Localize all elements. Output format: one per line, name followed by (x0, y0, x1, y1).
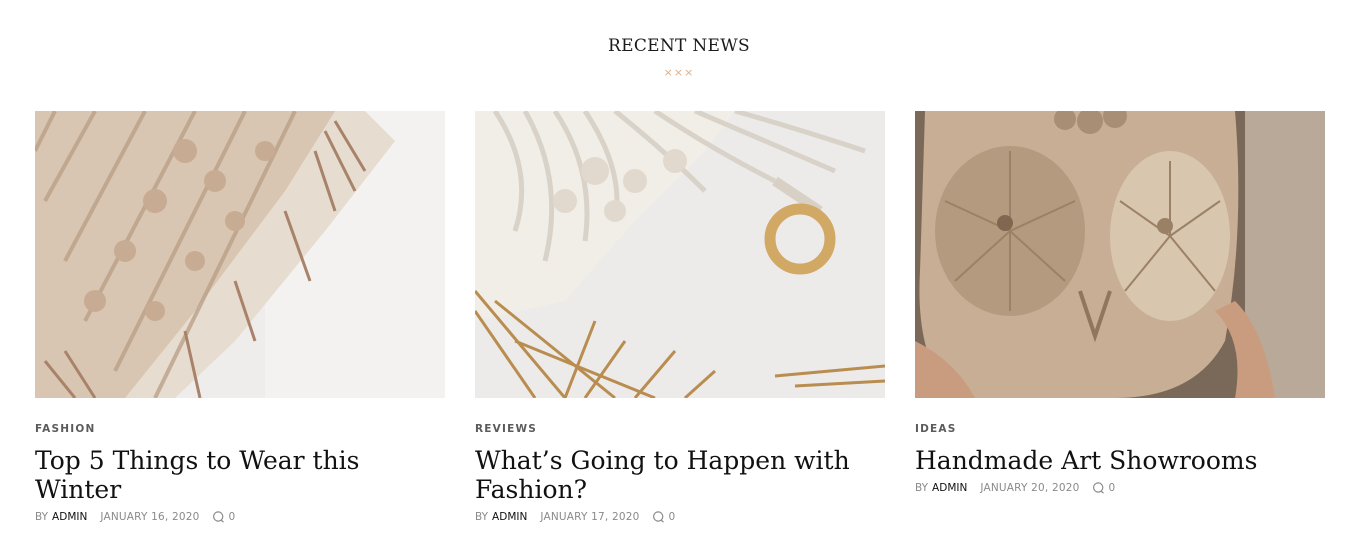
post-date: JANUARY 20, 2020 (980, 482, 1080, 494)
news-card: IDEAS Handmade Art Showrooms BY ADMIN JA… (915, 111, 1325, 494)
post-thumbnail[interactable] (475, 111, 885, 398)
post-title[interactable]: Top 5 Things to Wear this Winter (35, 446, 445, 504)
byline-prefix: BY (915, 482, 929, 494)
author-link[interactable]: ADMIN (52, 511, 87, 523)
byline-prefix: BY (475, 511, 489, 523)
post-date: JANUARY 16, 2020 (100, 511, 200, 523)
comments-link[interactable]: 0 (652, 511, 675, 523)
comment-count: 0 (228, 511, 236, 523)
post-meta: BY ADMIN JANUARY 16, 2020 0 (35, 511, 445, 523)
comment-icon (653, 511, 665, 523)
post-title[interactable]: Handmade Art Showrooms (915, 446, 1325, 475)
section-ornament: ××× (663, 66, 695, 79)
post-image-macrame (475, 111, 885, 398)
post-meta: BY ADMIN JANUARY 20, 2020 0 (915, 482, 1325, 494)
comment-icon (1093, 482, 1105, 494)
news-card: REVIEWS What’s Going to Happen with Fash… (475, 111, 885, 523)
post-thumbnail[interactable] (915, 111, 1325, 398)
author-link[interactable]: ADMIN (492, 511, 527, 523)
news-card: FASHION Top 5 Things to Wear this Winter… (35, 111, 445, 523)
author-link[interactable]: ADMIN (932, 482, 967, 494)
comment-count: 0 (1108, 482, 1116, 494)
post-category[interactable]: IDEAS (915, 423, 956, 435)
post-category[interactable]: FASHION (35, 423, 95, 435)
post-image-crochet-pillow (35, 111, 445, 398)
byline-prefix: BY (35, 511, 49, 523)
post-image-ceramic-owl (915, 111, 1325, 398)
comments-link[interactable]: 0 (212, 511, 235, 523)
post-thumbnail[interactable] (35, 111, 445, 398)
comments-link[interactable]: 0 (1092, 482, 1115, 494)
post-meta: BY ADMIN JANUARY 17, 2020 0 (475, 511, 885, 523)
comment-icon (213, 511, 225, 523)
section-title: RECENT NEWS (608, 36, 750, 56)
post-title[interactable]: What’s Going to Happen with Fashion? (475, 446, 885, 504)
post-category[interactable]: REVIEWS (475, 423, 537, 435)
comment-count: 0 (668, 511, 676, 523)
post-date: JANUARY 17, 2020 (540, 511, 640, 523)
